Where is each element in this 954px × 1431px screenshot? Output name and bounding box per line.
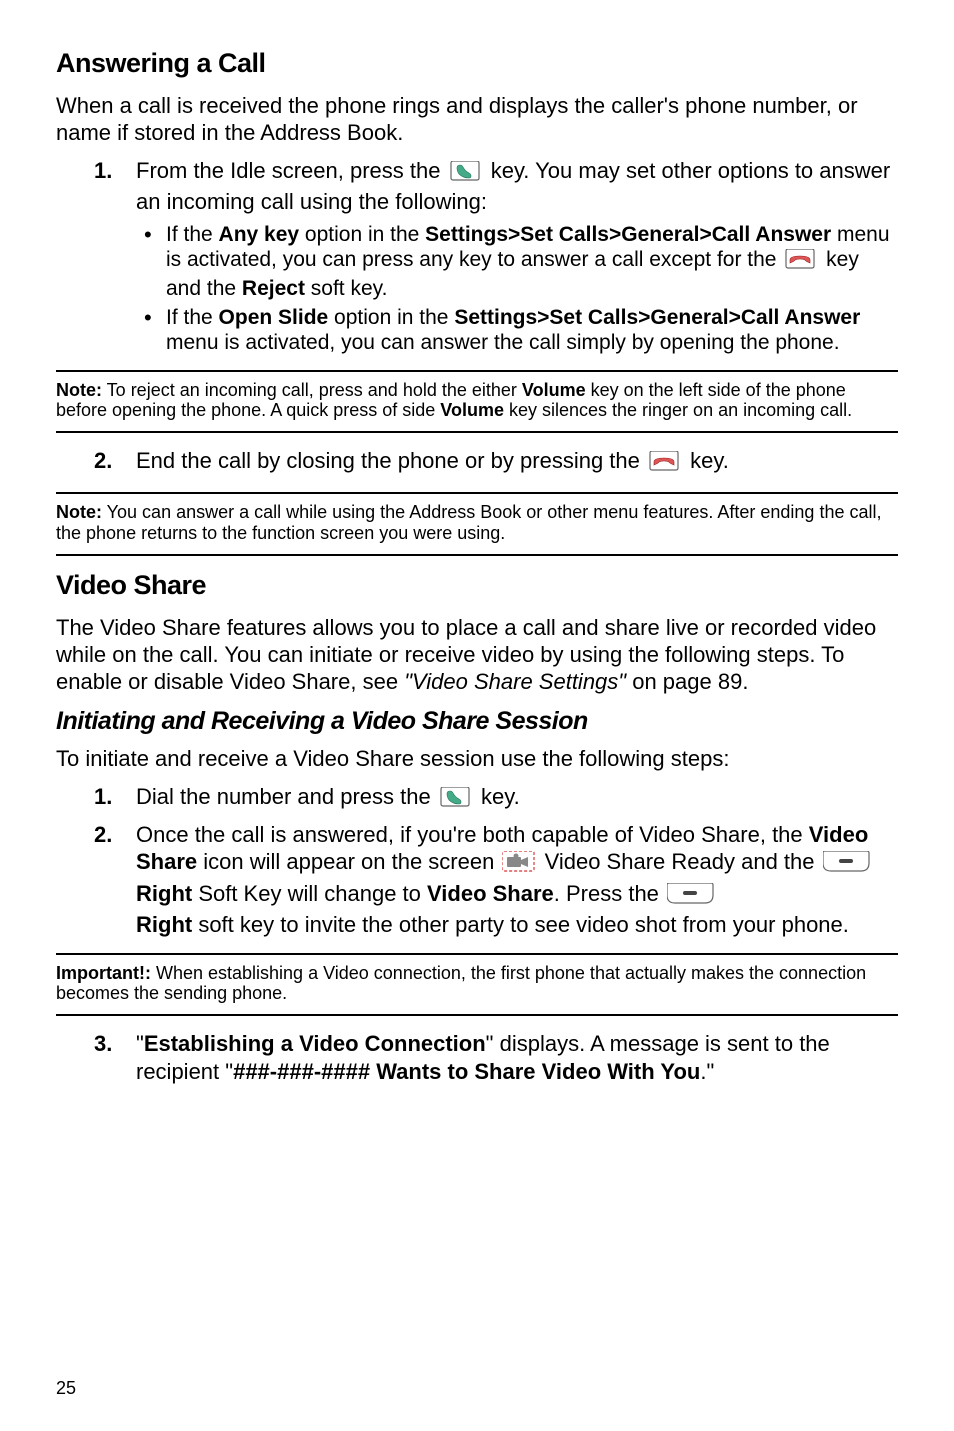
bold-open-slide: Open Slide — [219, 306, 329, 329]
note-answer-during-menu: Note: You can answer a call while using … — [56, 492, 898, 555]
vs-step-2: Once the call is answered, if you're bot… — [136, 821, 898, 939]
bold-menu-path: Settings>Set Calls>General>Call Answer — [454, 306, 860, 329]
end-key-icon — [784, 249, 818, 276]
sub-intro: To initiate and receive a Video Share se… — [56, 746, 898, 773]
important-note: Important!: When establishing a Video co… — [56, 953, 898, 1016]
text: Soft Key will change to — [192, 881, 427, 906]
right-softkey-icon — [667, 883, 715, 912]
text: To reject an incoming call, press and ho… — [102, 380, 522, 400]
vs-step-3: "Establishing a Video Connection" displa… — [136, 1030, 898, 1085]
text: and the — [735, 849, 821, 874]
video-share-ready-label: Video Share Ready — [545, 849, 735, 874]
bold-video-share: Video Share — [427, 881, 554, 906]
text: End the call by closing the phone or by … — [136, 448, 646, 473]
note-reject-call: Note: To reject an incoming call, press … — [56, 370, 898, 433]
vs-step-1: Dial the number and press the key. — [136, 783, 898, 815]
bold-menu-path: Settings>Set Calls>General>Call Answer — [425, 223, 831, 246]
text: key. — [690, 448, 729, 473]
heading-video-share: Video Share — [56, 570, 898, 601]
right-softkey-icon — [823, 851, 871, 880]
text: on page 89. — [626, 669, 748, 694]
bold-right: Right — [136, 912, 192, 937]
camera-icon — [502, 851, 536, 880]
note-label: Note: — [56, 380, 102, 400]
step-1: From the Idle screen, press the key. You… — [136, 157, 898, 356]
bold-any-key: Any key — [219, 223, 300, 246]
intro-text: When a call is received the phone rings … — [56, 93, 898, 147]
bold-reject: Reject — [242, 277, 305, 300]
bold-right: Right — [136, 881, 192, 906]
text: ." — [700, 1059, 714, 1084]
send-key-icon — [449, 161, 483, 189]
text: key. — [481, 784, 520, 809]
text: soft key to invite the other party to se… — [192, 912, 849, 937]
text: You can answer a call while using the Ad… — [56, 502, 881, 543]
bullet-open-slide: If the Open Slide option in the Settings… — [166, 305, 898, 355]
step-2: End the call by closing the phone or by … — [136, 447, 898, 479]
bold-volume: Volume — [440, 400, 504, 420]
subheading-initiating: Initiating and Receiving a Video Share S… — [56, 707, 898, 736]
text: . Press the — [554, 881, 665, 906]
text: If the — [166, 223, 219, 246]
important-label: Important!: — [56, 963, 151, 983]
text: Dial the number and press the — [136, 784, 437, 809]
video-share-intro: The Video Share features allows you to p… — [56, 615, 898, 695]
step1-text-a: From the Idle screen, press the — [136, 158, 447, 183]
text: soft key. — [305, 277, 387, 300]
text: If the — [166, 306, 219, 329]
note-label: Note: — [56, 502, 102, 522]
end-key-icon — [648, 451, 682, 479]
text: When establishing a Video connection, th… — [56, 963, 866, 1004]
heading-answering-a-call: Answering a Call — [56, 48, 898, 79]
text: icon will appear on the screen — [197, 849, 500, 874]
text: Once the call is answered, if you're bot… — [136, 822, 809, 847]
bullet-any-key: If the Any key option in the Settings>Se… — [166, 222, 898, 302]
bold-volume: Volume — [522, 380, 586, 400]
text: " — [136, 1031, 144, 1056]
text: key silences the ringer on an incoming c… — [504, 400, 852, 420]
bold-establishing: Establishing a Video Connection — [144, 1031, 486, 1056]
text: option in the — [299, 223, 425, 246]
text: menu is activated, you can answer the ca… — [166, 331, 840, 354]
page-number: 25 — [56, 1378, 76, 1399]
bold-wants-to-share: ###-###-#### Wants to Share Video With Y… — [233, 1059, 700, 1084]
text: option in the — [328, 306, 454, 329]
italic-ref: "Video Share Settings" — [404, 669, 626, 694]
send-key-icon — [439, 787, 473, 815]
